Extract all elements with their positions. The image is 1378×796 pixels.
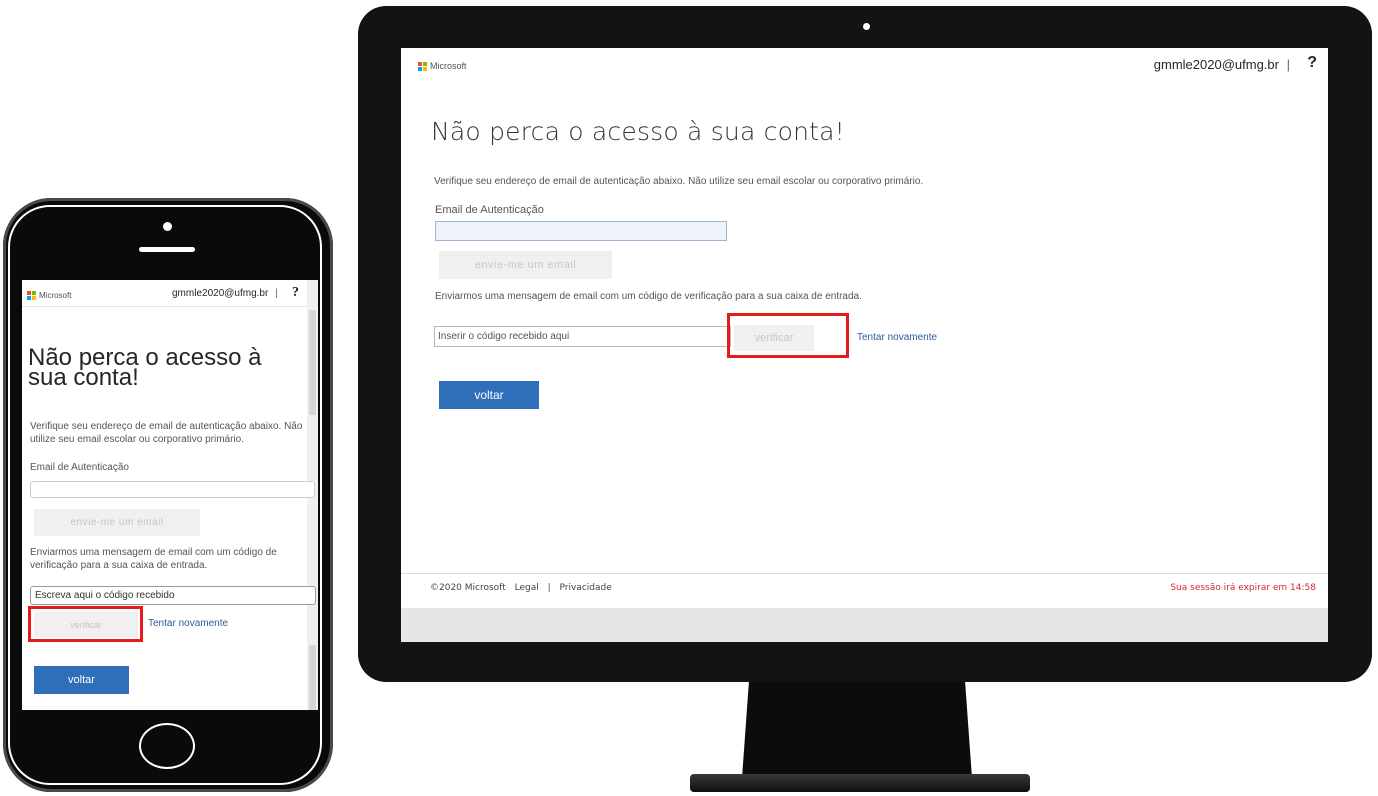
desktop-header-brand: Microsoft [418, 61, 467, 71]
verification-code-input[interactable] [30, 586, 316, 605]
help-icon[interactable]: ? [1307, 54, 1317, 72]
sent-message-text: Enviarmos uma mensagem de email com um c… [30, 547, 277, 571]
monitor-stand-base [690, 774, 1030, 792]
authentication-email-field[interactable] [30, 481, 315, 498]
brand-name: Microsoft [39, 291, 72, 300]
account-email[interactable]: gmmle2020@ufmg.br | [172, 288, 278, 299]
verify-button[interactable]: verificar [34, 612, 138, 637]
email-label: Email de Autenticação [30, 462, 129, 473]
authentication-email-field[interactable] [435, 221, 727, 241]
phone-header-brand: Microsoft [27, 291, 71, 300]
footer-separator: | [547, 583, 551, 593]
instructions-text: Verifique seu endereço de email de auten… [434, 176, 924, 187]
email-label: Email de Autenticação [435, 204, 544, 216]
footer-legal-link[interactable]: Legal [515, 583, 539, 593]
microsoft-logo-icon [418, 61, 427, 71]
verification-code-input[interactable] [434, 326, 731, 347]
retry-link[interactable]: Tentar novamente [857, 332, 937, 343]
back-button[interactable]: voltar [34, 666, 129, 694]
footer-band [401, 608, 1328, 642]
scrollbar-thumb-lower[interactable] [309, 645, 316, 710]
footer-divider [401, 573, 1328, 574]
footer: ©2020 Microsoft Legal | Privacidade [430, 583, 618, 593]
send-email-button[interactable]: envie-me um email [34, 509, 200, 536]
account-email[interactable]: gmmle2020@ufmg.br | [1154, 57, 1290, 72]
sent-message-text: Enviarmos uma mensagem de email com um c… [435, 291, 862, 302]
instructions-text: Verifique seu endereço de email de auten… [30, 421, 303, 445]
page-title: Não perca o acesso à sua conta! [431, 117, 845, 146]
home-button-icon [139, 723, 195, 769]
page-title: Não perca o acesso à sua conta! [28, 344, 262, 391]
brand-name: Microsoft [430, 61, 467, 71]
account-separator: | [1286, 57, 1290, 72]
help-icon[interactable]: ? [292, 285, 299, 301]
phone-screen: Microsoft gmmle2020@ufmg.br | ? Não perc… [22, 280, 318, 710]
account-separator: | [275, 288, 278, 299]
monitor-stand-neck [742, 682, 972, 778]
account-email-text: gmmle2020@ufmg.br [172, 288, 269, 299]
monitor-camera-icon [863, 23, 870, 30]
verify-button[interactable]: verificar [734, 325, 814, 351]
send-email-button[interactable]: envie-me um email [439, 251, 612, 279]
back-button[interactable]: voltar [439, 381, 539, 409]
header-divider [22, 306, 307, 307]
footer-copyright: ©2020 Microsoft [430, 583, 506, 593]
phone-speaker-icon [139, 247, 195, 252]
scrollbar-thumb[interactable] [309, 310, 316, 415]
account-email-text: gmmle2020@ufmg.br [1153, 57, 1279, 72]
session-expiry-warning: Sua sessão irá expirar em 14:58 [1170, 583, 1316, 593]
retry-link[interactable]: Tentar novamente [148, 618, 228, 629]
desktop-screen: Microsoft gmmle2020@ufmg.br | ? Não perc… [401, 48, 1328, 642]
footer-privacy-link[interactable]: Privacidade [560, 583, 612, 593]
microsoft-logo-icon [27, 291, 36, 300]
phone-camera-icon [163, 222, 172, 231]
